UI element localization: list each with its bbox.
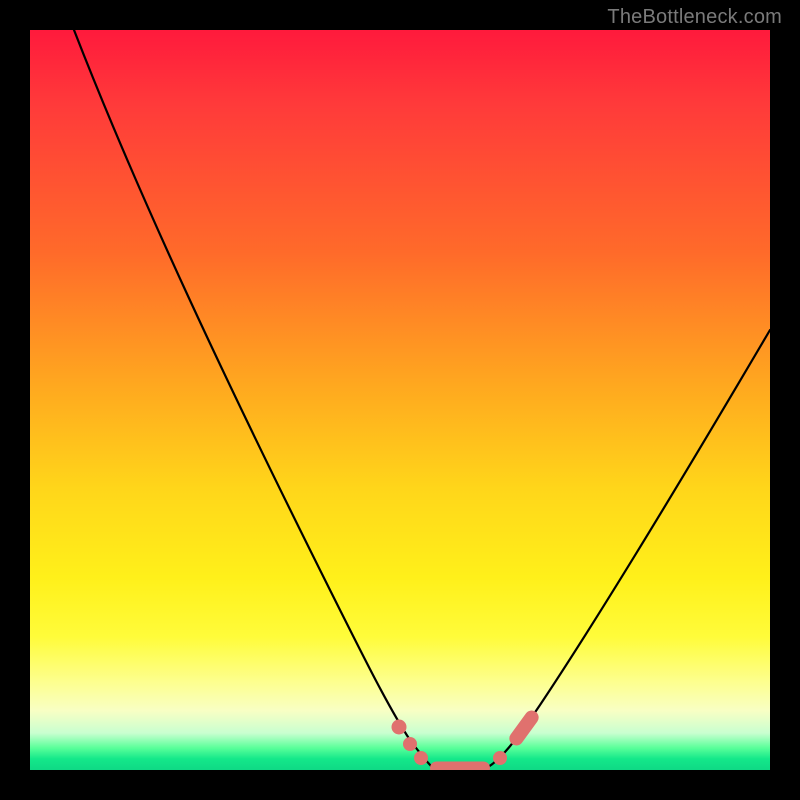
curve-left-branch [74, 30, 432, 767]
curve-right-branch [488, 330, 770, 767]
chart-svg [30, 30, 770, 770]
marker-dot [414, 751, 428, 765]
chart-plot-area [30, 30, 770, 770]
marker-valley-pill [430, 762, 490, 771]
marker-right-pill [507, 708, 542, 749]
marker-dot [392, 720, 407, 735]
watermark-text: TheBottleneck.com [607, 6, 782, 29]
chart-frame: TheBottleneck.com [0, 0, 800, 800]
marker-dot [403, 737, 417, 751]
marker-dot [493, 751, 507, 765]
